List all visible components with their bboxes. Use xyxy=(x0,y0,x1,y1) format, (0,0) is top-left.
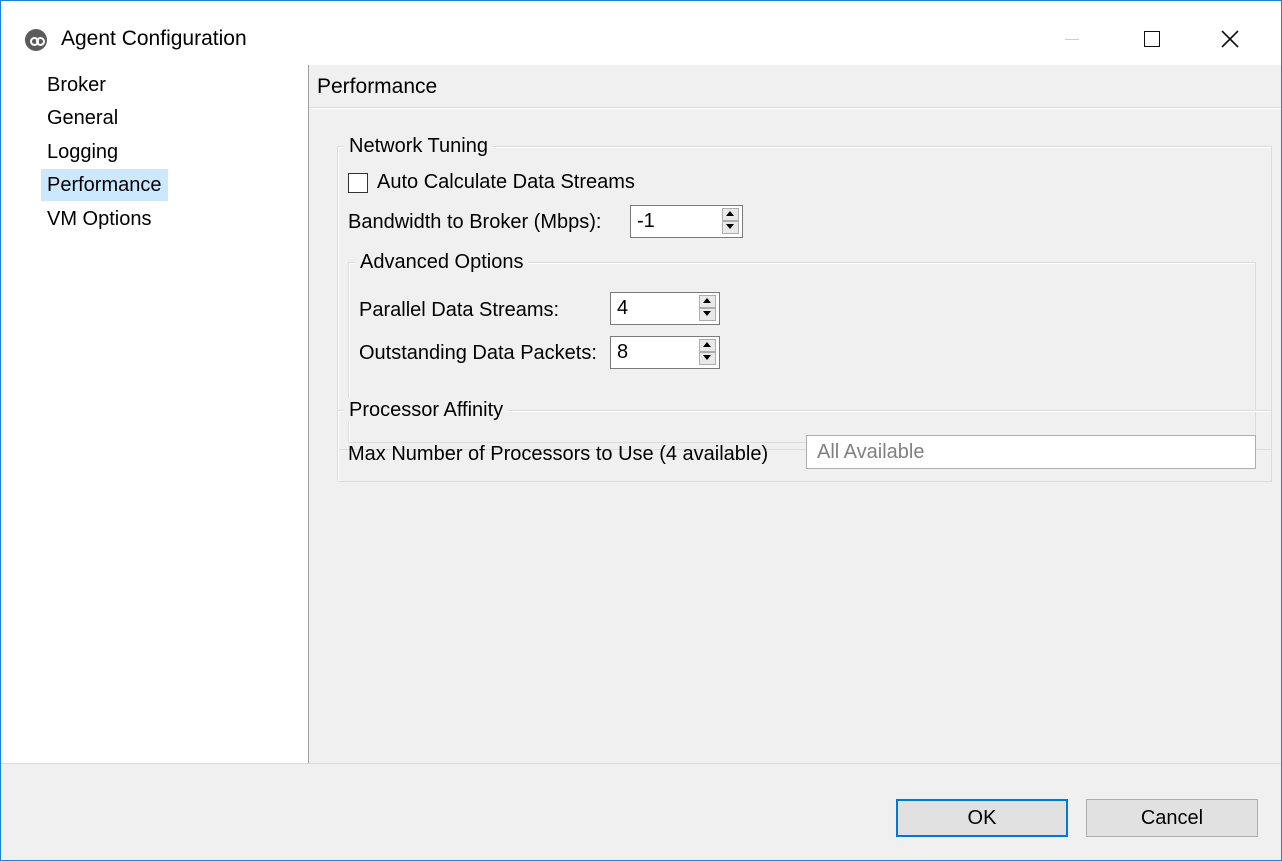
sidebar-item-broker[interactable]: Broker xyxy=(41,69,112,101)
sidebar-item-vm-options[interactable]: VM Options xyxy=(41,203,157,235)
parallel-streams-decrement-button[interactable] xyxy=(699,308,716,321)
page-title: Performance xyxy=(317,75,438,98)
sidebar: Broker General Logging Performance VM Op… xyxy=(1,65,309,763)
minimize-button[interactable] xyxy=(1049,19,1095,59)
outstanding-packets-decrement-button[interactable] xyxy=(699,352,716,365)
advanced-options-legend: Advanced Options xyxy=(355,250,529,274)
app-logo-icon xyxy=(25,29,47,51)
button-bar: OK Cancel xyxy=(1,763,1281,860)
content-header: Performance xyxy=(309,67,1281,108)
processor-affinity-group: Processor Affinity Max Number of Process… xyxy=(337,398,1272,482)
outstanding-packets-stepper xyxy=(699,339,716,365)
content-panel: Performance Network Tuning Auto Calculat… xyxy=(309,65,1281,763)
bandwidth-label: Bandwidth to Broker (Mbps): xyxy=(348,211,602,233)
bandwidth-stepper xyxy=(722,208,739,234)
outstanding-packets-value: 8 xyxy=(617,341,629,363)
parallel-streams-stepper xyxy=(699,295,716,321)
parallel-streams-increment-button[interactable] xyxy=(699,295,716,308)
processor-affinity-legend: Processor Affinity xyxy=(344,398,509,422)
auto-calculate-checkbox[interactable] xyxy=(348,173,368,193)
maximize-button[interactable] xyxy=(1129,19,1175,59)
auto-calculate-label: Auto Calculate Data Streams xyxy=(377,171,635,193)
bandwidth-increment-button[interactable] xyxy=(722,208,739,221)
outstanding-packets-label: Outstanding Data Packets: xyxy=(359,342,597,364)
sidebar-item-logging[interactable]: Logging xyxy=(41,136,124,168)
ok-button[interactable]: OK xyxy=(896,799,1068,837)
max-processors-input[interactable] xyxy=(806,435,1256,469)
max-processors-label: Max Number of Processors to Use (4 avail… xyxy=(348,443,769,465)
parallel-streams-value: 4 xyxy=(617,297,629,319)
maximize-icon xyxy=(1144,31,1160,47)
network-tuning-legend: Network Tuning xyxy=(344,134,493,158)
title-bar: Agent Configuration xyxy=(1,1,1281,65)
parallel-streams-spinner[interactable]: 4 xyxy=(610,292,720,325)
outstanding-packets-spinner[interactable]: 8 xyxy=(610,336,720,369)
window-title: Agent Configuration xyxy=(61,27,247,50)
sidebar-item-performance[interactable]: Performance xyxy=(41,169,168,201)
bandwidth-spinner[interactable]: -1 xyxy=(630,205,743,238)
parallel-streams-label: Parallel Data Streams: xyxy=(359,299,560,321)
close-button[interactable] xyxy=(1207,19,1253,59)
minimize-icon xyxy=(1065,39,1079,40)
sidebar-item-general[interactable]: General xyxy=(41,102,124,134)
outstanding-packets-increment-button[interactable] xyxy=(699,339,716,352)
close-icon xyxy=(1221,30,1239,48)
bandwidth-value: -1 xyxy=(637,210,655,232)
agent-configuration-window: Agent Configuration Broker General Loggi… xyxy=(0,0,1282,861)
cancel-button[interactable]: Cancel xyxy=(1086,799,1258,837)
bandwidth-decrement-button[interactable] xyxy=(722,221,739,234)
